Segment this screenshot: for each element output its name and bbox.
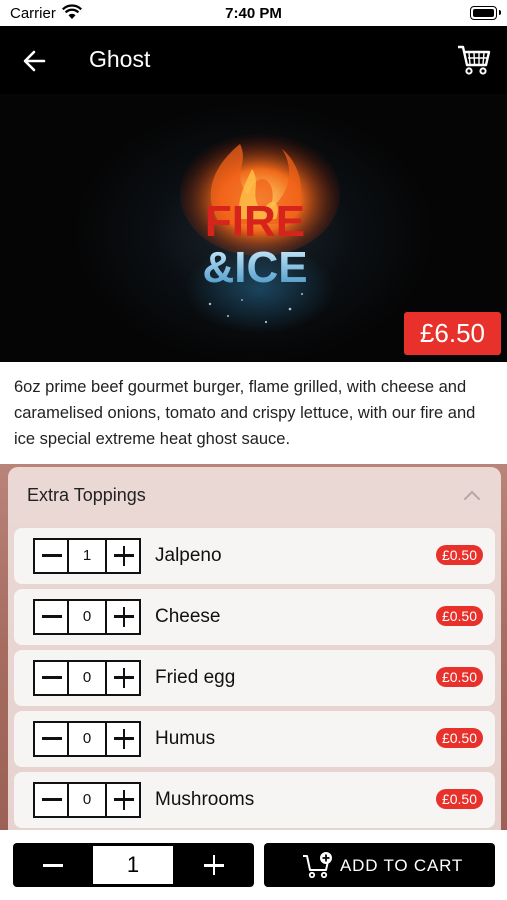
cart-icon[interactable] — [455, 40, 493, 78]
status-time: 7:40 PM — [225, 5, 282, 22]
increment-button[interactable] — [105, 723, 139, 755]
quantity-stepper: 0 — [33, 721, 141, 757]
topping-row: 1 Jalpeno £0.50 — [14, 528, 495, 584]
add-to-cart-label: ADD TO CART — [340, 856, 464, 875]
price-badge: £6.50 — [403, 312, 501, 355]
image-text-fire: FIRE — [205, 197, 305, 246]
quantity-stepper: 0 — [33, 782, 141, 818]
quantity-value[interactable]: 1 — [93, 846, 173, 884]
nav-bar: Ghost — [0, 26, 507, 94]
topping-price: £0.50 — [435, 728, 483, 748]
bottom-bar: 1 ADD TO CART — [0, 830, 507, 900]
quantity-stepper: 0 — [33, 660, 141, 696]
decrement-button[interactable] — [35, 662, 69, 694]
topping-name: Mushrooms — [155, 789, 255, 810]
toppings-title: Extra Toppings — [27, 485, 146, 505]
decrement-button[interactable] — [35, 601, 69, 633]
decrement-button[interactable] — [35, 540, 69, 572]
topping-quantity: 0 — [82, 608, 92, 625]
topping-row: 0 Mushrooms £0.50 — [14, 772, 495, 828]
decrease-quantity-button[interactable] — [13, 843, 93, 887]
topping-row: 0 Humus £0.50 — [14, 711, 495, 767]
topping-quantity: 1 — [82, 547, 92, 564]
topping-quantity: 0 — [82, 669, 92, 686]
topping-price: £0.50 — [435, 606, 483, 626]
fire-and-ice-logo: FIRE &ICE — [180, 132, 340, 334]
increment-button[interactable] — [105, 784, 139, 816]
increment-button[interactable] — [105, 601, 139, 633]
topping-name: Cheese — [155, 606, 221, 627]
page-title: Ghost — [89, 46, 151, 72]
topping-price: £0.50 — [435, 545, 483, 565]
product-description: 6oz prime beef gourmet burger, flame gri… — [14, 378, 476, 448]
quantity-selector: 1 — [13, 843, 254, 887]
status-bar: Carrier 7:40 PM — [0, 0, 507, 26]
topping-quantity: 0 — [82, 730, 92, 747]
topping-price: £0.50 — [435, 667, 483, 687]
decrement-button[interactable] — [35, 784, 69, 816]
chevron-up-icon[interactable] — [461, 485, 483, 507]
toppings-header[interactable]: Extra Toppings — [8, 467, 501, 525]
image-text-ice: &ICE — [202, 243, 307, 292]
add-to-cart-button[interactable]: ADD TO CART — [264, 843, 495, 887]
quantity-stepper: 1 — [33, 538, 141, 574]
product-image: FIRE &ICE £6.50 — [0, 94, 507, 362]
extra-toppings-panel: Extra Toppings 1 Jalpeno £0.50 0 Cheese … — [8, 467, 501, 847]
topping-row: 0 Fried egg £0.50 — [14, 650, 495, 706]
back-arrow-icon[interactable] — [18, 44, 52, 78]
topping-quantity: 0 — [82, 791, 92, 808]
topping-price: £0.50 — [435, 789, 483, 809]
topping-row: 0 Cheese £0.50 — [14, 589, 495, 645]
topping-name: Fried egg — [155, 667, 236, 688]
increment-button[interactable] — [105, 540, 139, 572]
topping-name: Jalpeno — [155, 545, 222, 566]
battery-icon — [470, 6, 501, 20]
quantity-stepper: 0 — [33, 599, 141, 635]
decrement-button[interactable] — [35, 723, 69, 755]
topping-name: Humus — [155, 728, 216, 749]
cart-plus-icon — [303, 852, 332, 879]
increment-button[interactable] — [105, 662, 139, 694]
increase-quantity-button[interactable] — [173, 843, 254, 887]
